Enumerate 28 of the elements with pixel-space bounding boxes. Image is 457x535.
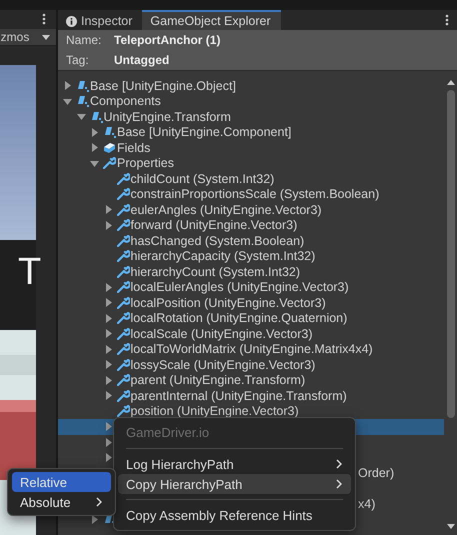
tree-label: parent (UnityEngine.Transform) — [130, 373, 306, 388]
tree-label: constrainProportionsScale (System.Boolean) — [130, 187, 380, 202]
tree-label: localRotation (UnityEngine.Quaternion) — [130, 311, 348, 326]
tree-label: hierarchyCount (System.Int32) — [130, 264, 300, 279]
tree-label: Base [UnityEngine.Object] — [90, 78, 236, 93]
name-label: Name: — [66, 33, 102, 47]
tree-label: localEulerAngles (UnityEngine.Vector3) — [130, 280, 349, 294]
tree-label: position (UnityEngine.Vector3) — [130, 404, 299, 418]
tree-label: localPosition (UnityEngine.Vector3) — [130, 296, 326, 310]
tree-label: parentInternal (UnityEngine.Transform) — [130, 388, 347, 403]
tree-label: localToWorldMatrix (UnityEngine.Matrix4x4) — [130, 342, 373, 356]
tree-label: Fields — [117, 140, 150, 155]
tag-label: Tag: — [66, 53, 90, 67]
tree-label: Components — [90, 94, 161, 108]
tree-label: lossyScale (UnityEngine.Vector3) — [130, 358, 316, 372]
tree-label: childCount (System.Int32) — [130, 172, 274, 186]
tree-label: forward (UnityEngine.Vector3) — [130, 218, 298, 232]
tree-label: hasChanged (System.Boolean) — [130, 234, 304, 248]
scene-text: T — [18, 251, 42, 294]
object-name: TeleportAnchor (1) — [114, 33, 222, 47]
tree-label: Properties — [117, 156, 174, 170]
tree-label: hierarchyCapacity (System.Int32) — [130, 249, 316, 264]
tree-label: UnityEngine.Transform — [104, 110, 231, 124]
tree-label: localScale (UnityEngine.Vector3) — [130, 326, 313, 341]
menu-header: GameDriver.io — [126, 424, 210, 442]
object-tag: Untagged — [114, 53, 457, 67]
tree-label: Base [UnityEngine.Component] — [117, 125, 292, 140]
tree-label: eulerAngles (UnityEngine.Vector3) — [130, 202, 322, 217]
